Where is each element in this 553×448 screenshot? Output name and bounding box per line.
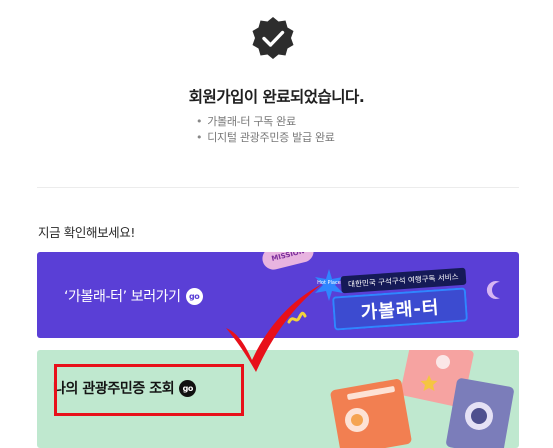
go-icon: go: [185, 287, 203, 305]
list-item: 가볼래-터 구독 완료: [196, 114, 335, 130]
section-label: 지금 확인해보세요!: [38, 225, 135, 240]
divider: [37, 187, 519, 188]
signup-complete-title: 회원가입이 완료되었습니다.: [188, 88, 365, 106]
brand-logo: 가볼래-터: [331, 287, 469, 331]
newsletter-banner-label: ‘가볼래-터’ 보러가기 go: [64, 286, 203, 306]
mission-sticker: MISSION: [260, 252, 316, 272]
red-checkmark: [226, 284, 322, 372]
verified-check-icon: [252, 17, 294, 59]
completion-list: 가볼래-터 구독 완료 디지털 관광주민증 발급 완료: [196, 114, 335, 146]
highlight-box: [54, 364, 244, 416]
moon-icon: [486, 281, 500, 299]
newsletter-link-text: ‘가볼래-터’ 보러가기: [64, 289, 181, 305]
list-item: 디지털 관광주민증 발급 완료: [196, 130, 335, 146]
tourist-id-cards-illustration: [330, 350, 514, 448]
